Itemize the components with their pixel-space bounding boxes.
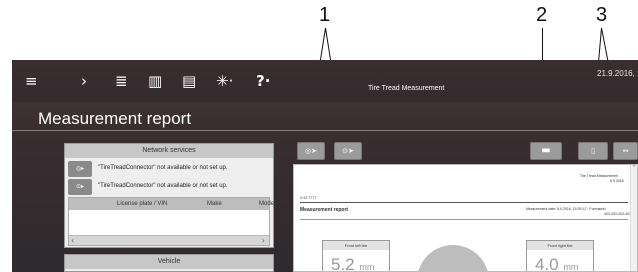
table-header: License plate / VIN Make Mode xyxy=(69,198,274,210)
network-services-panel: Network services ◎▸ "TireTreadConnector"… xyxy=(64,143,274,248)
front-left-label: Front left tire xyxy=(323,241,389,250)
tire-right-icon: ⊙➤ xyxy=(342,147,354,155)
scroll-right-icon[interactable]: › xyxy=(262,236,265,246)
service-status: "TireTreadConnector" not available or no… xyxy=(98,165,228,171)
measure-right-button[interactable]: ⊙➤ xyxy=(334,142,362,160)
fit-width-button[interactable]: ↔ xyxy=(613,142,638,160)
vehicle-header: Vehicle xyxy=(65,255,273,269)
service-status: "TireTreadConnector" not available or no… xyxy=(98,183,228,189)
help-icon[interactable]: ?· xyxy=(256,72,270,90)
column-header[interactable]: Mode xyxy=(259,201,274,207)
print-button[interactable]: ▬ xyxy=(530,142,562,160)
document-icon[interactable]: ▤ xyxy=(182,72,196,90)
report-title: Measurement report xyxy=(300,207,349,213)
vehicle-panel: Vehicle xyxy=(64,254,274,272)
page-title: Measurement report xyxy=(38,109,192,128)
network-services-header: Network services xyxy=(65,144,273,158)
report-meta: Measurement date: 5.9.2016, 15:35:12 · F… xyxy=(526,207,606,211)
title-divider xyxy=(12,130,638,131)
service-row: ◎▸ "TireTreadConnector" not available or… xyxy=(68,161,268,177)
front-right-label: Front right tire xyxy=(527,241,593,250)
callout-3: 3 xyxy=(596,4,608,26)
measure-left-button[interactable]: ◎➤ xyxy=(297,142,325,160)
bar-chart-icon[interactable]: ▥ xyxy=(148,72,162,90)
report-rule xyxy=(300,202,628,203)
front-left-value: 5.2 mm xyxy=(331,255,375,272)
datetime: 21.9.2016, 10:3 xyxy=(597,69,638,78)
report-preview[interactable]: Tire Tread Measurement 5.9.2016 H 22 777… xyxy=(293,164,638,272)
page: { "callouts": ["1", "2", "3"], "topbar":… xyxy=(0,0,638,272)
report-scrollbar[interactable]: ˄ xyxy=(630,165,637,271)
connector-icon[interactable]: ⊙▸ xyxy=(68,179,92,195)
layers-icon[interactable]: ≣ xyxy=(115,72,128,90)
front-left-tire-box: Front left tire 5.2 mm xyxy=(322,240,390,272)
service-row: ⊙▸ "TireTreadConnector" not available or… xyxy=(68,179,268,195)
scroll-left-icon[interactable]: ‹ xyxy=(71,236,74,246)
report-date: 5.9.2016 xyxy=(610,179,624,183)
report-meta-2: 403-403-403-403 xyxy=(604,212,631,216)
app-title: Tire Tread Measurement xyxy=(368,85,445,92)
tire-left-icon: ◎➤ xyxy=(305,147,317,155)
menu-icon[interactable]: ≡ xyxy=(25,72,38,90)
horizontal-scrollbar[interactable]: ‹ › xyxy=(69,235,269,245)
column-header[interactable]: License plate / VIN xyxy=(117,201,167,207)
app-window: ≡ › ≣ ▥ ▤ ✳· ?· Tire Tread Measurement 2… xyxy=(12,60,638,272)
callout-1: 1 xyxy=(319,4,331,26)
vehicle-table[interactable]: License plate / VIN Make Mode ‹ › xyxy=(68,197,274,246)
fit-width-icon: ↔ xyxy=(622,147,629,155)
connector-icon[interactable]: ◎▸ xyxy=(68,161,92,177)
car-diagram xyxy=(417,245,489,271)
scroll-up-icon[interactable]: ˄ xyxy=(633,165,636,172)
chevron-right-icon[interactable]: › xyxy=(81,72,87,90)
front-right-tire-box: Front right tire 4.0 mm xyxy=(526,240,594,272)
report-rule xyxy=(300,219,628,220)
printer-icon: ▬ xyxy=(541,145,551,156)
front-right-value: 4.0 mm xyxy=(535,255,579,272)
report-ref: H 22 7777 xyxy=(300,196,317,200)
fit-page-icon: ▯ xyxy=(591,147,595,155)
callout-2: 2 xyxy=(536,4,548,26)
column-header[interactable]: Make xyxy=(207,201,222,207)
report-app-name: Tire Tread Measurement xyxy=(580,174,619,178)
top-bar: ≡ › ≣ ▥ ▤ ✳· ?· Tire Tread Measurement 2… xyxy=(12,60,638,102)
fit-page-button[interactable]: ▯ xyxy=(578,142,608,160)
brightness-icon[interactable]: ✳· xyxy=(216,72,233,90)
